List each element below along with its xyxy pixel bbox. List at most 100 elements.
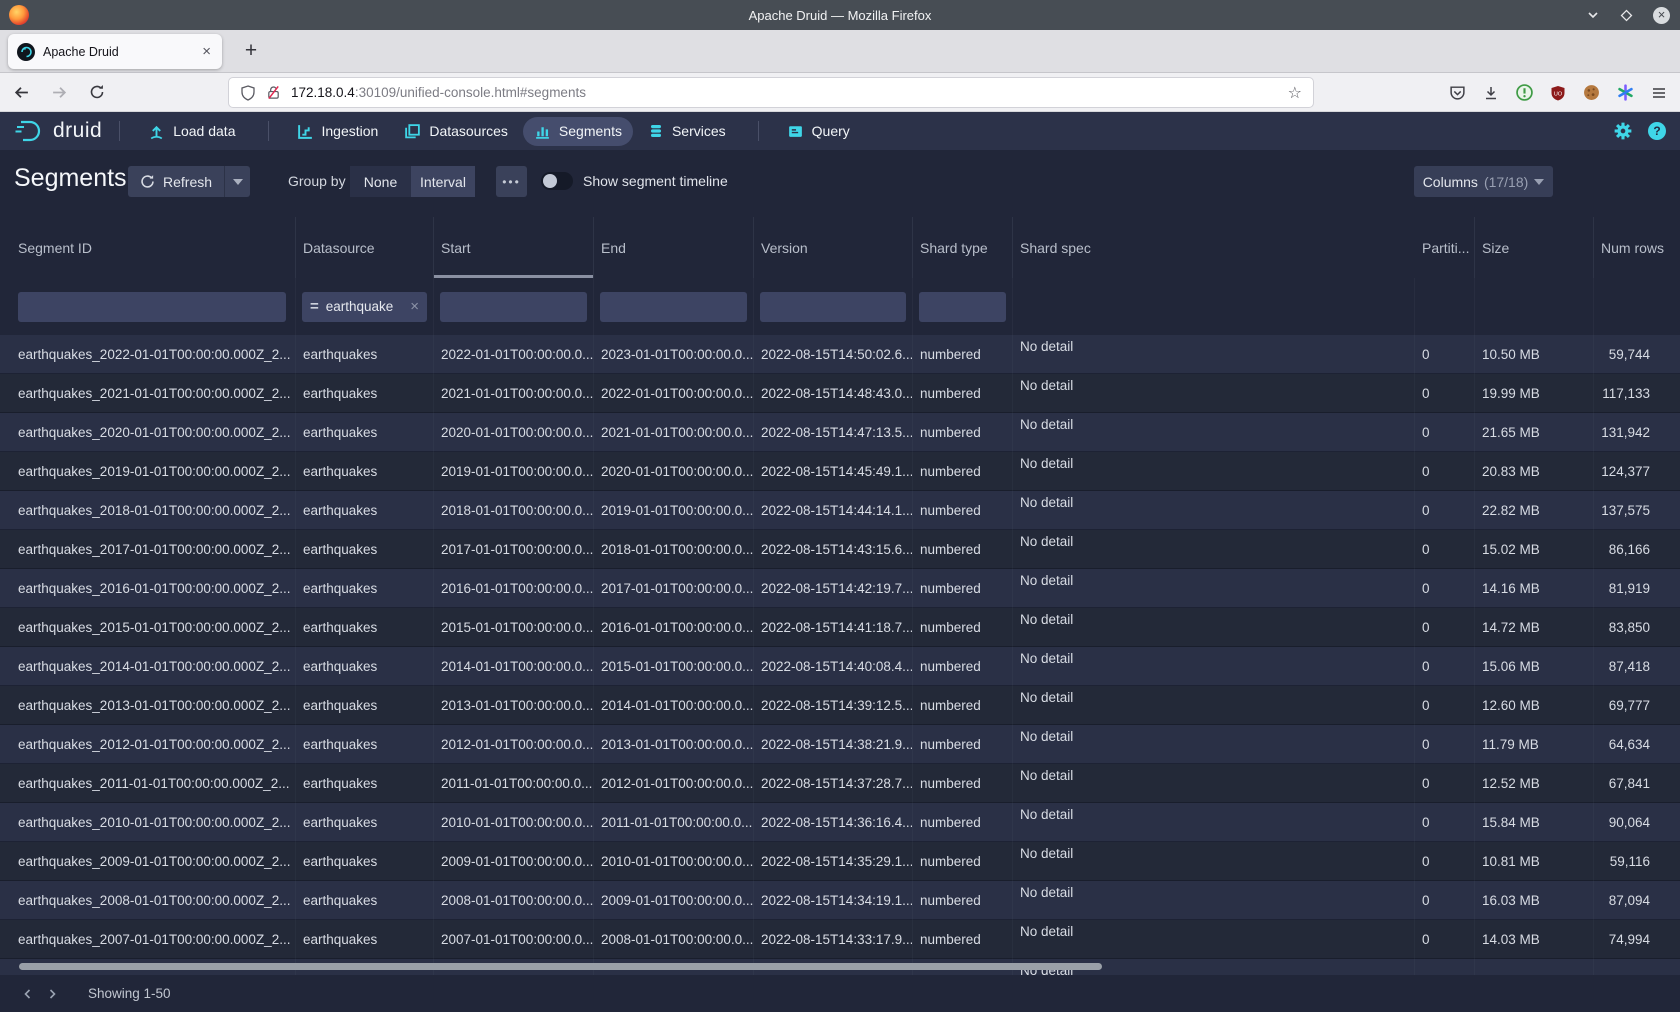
cell-version[interactable]: 2022-08-15T14:33:17.9... [754, 920, 913, 959]
cell-size[interactable]: 10.50 MB [1475, 335, 1594, 374]
cell-partition[interactable]: 0 [1415, 530, 1475, 569]
cell-num-rows[interactable]: 90,064 [1594, 803, 1680, 842]
cell-start[interactable]: 2020-01-01T00:00:00.0... [434, 413, 594, 452]
cell-shard-type[interactable]: numbered [913, 608, 1013, 647]
cell-shard-type[interactable]: numbered [913, 725, 1013, 764]
next-page-button[interactable] [40, 982, 64, 1006]
new-tab-button[interactable]: + [237, 37, 265, 65]
reload-icon[interactable] [89, 84, 105, 100]
cell-partition[interactable]: 0 [1415, 569, 1475, 608]
cell-version[interactable]: 2022-08-15T14:40:08.4... [754, 647, 913, 686]
cell-start[interactable]: 2007-01-01T00:00:00.0... [434, 920, 594, 959]
nav-ingestion[interactable]: Ingestion [286, 117, 390, 146]
ublock-shield-icon[interactable]: UO [1550, 85, 1566, 101]
cell-datasource[interactable]: earthquakes [296, 374, 434, 413]
nav-query[interactable]: Query [776, 117, 861, 146]
cell-partition[interactable]: 0 [1415, 842, 1475, 881]
cell-shard-spec[interactable]: No detail [1013, 881, 1415, 920]
cell-shard-spec[interactable]: No detail [1013, 374, 1415, 413]
cell-end[interactable]: 2020-01-01T00:00:00.0... [594, 452, 754, 491]
cell-end[interactable]: 2011-01-01T00:00:00.0... [594, 803, 754, 842]
insecure-lock-icon[interactable] [266, 85, 281, 100]
column-header-partition[interactable]: Partiti... [1415, 217, 1475, 278]
tab-close-icon[interactable]: × [200, 43, 213, 60]
cell-shard-spec[interactable]: No detail [1013, 530, 1415, 569]
cell-id[interactable]: earthquakes_2021-01-01T00:00:00.000Z_2..… [0, 374, 296, 413]
cell-shard-type[interactable]: numbered [913, 530, 1013, 569]
column-header-shard-type[interactable]: Shard type [913, 217, 1013, 278]
column-header-datasource[interactable]: Datasource [296, 217, 434, 278]
cell-start[interactable]: 2010-01-01T00:00:00.0... [434, 803, 594, 842]
column-header-num-rows[interactable]: Num rows [1594, 217, 1680, 278]
cell-partition[interactable]: 0 [1415, 725, 1475, 764]
cell-datasource[interactable]: earthquakes [296, 686, 434, 725]
cell-id[interactable]: earthquakes_2012-01-01T00:00:00.000Z_2..… [0, 725, 296, 764]
cell-id[interactable]: earthquakes_2019-01-01T00:00:00.000Z_2..… [0, 452, 296, 491]
cell-version[interactable]: 2022-08-15T14:36:16.4... [754, 803, 913, 842]
cell-version[interactable]: 2022-08-15T14:42:19.7... [754, 569, 913, 608]
datasource-filter-input[interactable]: = earthquake × [302, 292, 427, 322]
cell-shard-spec[interactable]: No detail [1013, 686, 1415, 725]
cell-partition[interactable]: 0 [1415, 647, 1475, 686]
cell-shard-spec[interactable]: No detail [1013, 608, 1415, 647]
cell-version[interactable]: 2022-08-15T14:39:12.5... [754, 686, 913, 725]
column-header-start[interactable]: Start [434, 217, 594, 278]
end-filter-input[interactable] [600, 292, 747, 322]
cell-num-rows[interactable]: 117,133 [1594, 374, 1680, 413]
cell-partition[interactable] [1415, 959, 1475, 975]
cell-shard-spec[interactable]: No detail [1013, 764, 1415, 803]
cell-size[interactable]: 14.16 MB [1475, 569, 1594, 608]
cell-size[interactable]: 20.83 MB [1475, 452, 1594, 491]
cell-start[interactable]: 2018-01-01T00:00:00.0... [434, 491, 594, 530]
cell-end[interactable]: 2022-01-01T00:00:00.0... [594, 374, 754, 413]
previous-page-button[interactable] [16, 982, 40, 1006]
cell-datasource[interactable]: earthquakes [296, 803, 434, 842]
pocket-icon[interactable] [1449, 84, 1466, 101]
cell-size[interactable]: 15.02 MB [1475, 530, 1594, 569]
cell-num-rows[interactable]: 59,116 [1594, 842, 1680, 881]
cell-end[interactable]: 2010-01-01T00:00:00.0... [594, 842, 754, 881]
cell-size[interactable] [1475, 959, 1594, 975]
cookie-extension-icon[interactable] [1583, 84, 1600, 101]
cell-shard-type[interactable]: numbered [913, 413, 1013, 452]
cell-shard-type[interactable]: numbered [913, 764, 1013, 803]
cell-end[interactable]: 2021-01-01T00:00:00.0... [594, 413, 754, 452]
cell-shard-spec[interactable]: No detail [1013, 491, 1415, 530]
version-filter-input[interactable] [760, 292, 906, 322]
cell-end[interactable]: 2014-01-01T00:00:00.0... [594, 686, 754, 725]
minimize-icon[interactable] [1586, 8, 1600, 22]
cell-size[interactable]: 14.72 MB [1475, 608, 1594, 647]
cell-shard-type[interactable]: numbered [913, 842, 1013, 881]
cell-end[interactable]: 2018-01-01T00:00:00.0... [594, 530, 754, 569]
nav-segments[interactable]: Segments [523, 117, 633, 146]
cell-end[interactable]: 2023-01-01T00:00:00.0... [594, 335, 754, 374]
cell-datasource[interactable]: earthquakes [296, 413, 434, 452]
cell-datasource[interactable]: earthquakes [296, 647, 434, 686]
cell-partition[interactable]: 0 [1415, 881, 1475, 920]
cell-shard-type[interactable]: numbered [913, 491, 1013, 530]
start-filter-input[interactable] [440, 292, 587, 322]
cell-version[interactable]: 2022-08-15T14:35:29.1... [754, 842, 913, 881]
cell-num-rows[interactable]: 69,777 [1594, 686, 1680, 725]
cell-num-rows[interactable]: 59,744 [1594, 335, 1680, 374]
cell-version[interactable]: 2022-08-15T14:47:13.5... [754, 413, 913, 452]
nav-datasources[interactable]: Datasources [393, 117, 519, 146]
cell-id[interactable]: earthquakes_2008-01-01T00:00:00.000Z_2..… [0, 881, 296, 920]
maximize-icon[interactable] [1620, 9, 1633, 22]
cell-num-rows[interactable]: 86,166 [1594, 530, 1680, 569]
cell-id[interactable]: earthquakes_2016-01-01T00:00:00.000Z_2..… [0, 569, 296, 608]
cell-end[interactable]: 2015-01-01T00:00:00.0... [594, 647, 754, 686]
menu-hamburger-icon[interactable] [1651, 85, 1667, 101]
cell-end[interactable]: 2019-01-01T00:00:00.0... [594, 491, 754, 530]
back-icon[interactable] [13, 84, 30, 101]
cell-size[interactable]: 19.99 MB [1475, 374, 1594, 413]
cell-start[interactable]: 2019-01-01T00:00:00.0... [434, 452, 594, 491]
cell-datasource[interactable]: earthquakes [296, 764, 434, 803]
cell-num-rows[interactable]: 124,377 [1594, 452, 1680, 491]
cell-version[interactable]: 2022-08-15T14:43:15.6... [754, 530, 913, 569]
cell-end[interactable]: 2008-01-01T00:00:00.0... [594, 920, 754, 959]
cell-id[interactable]: earthquakes_2015-01-01T00:00:00.000Z_2..… [0, 608, 296, 647]
cell-end[interactable]: 2013-01-01T00:00:00.0... [594, 725, 754, 764]
cell-datasource[interactable]: earthquakes [296, 530, 434, 569]
settings-gear-icon[interactable] [1614, 122, 1632, 140]
